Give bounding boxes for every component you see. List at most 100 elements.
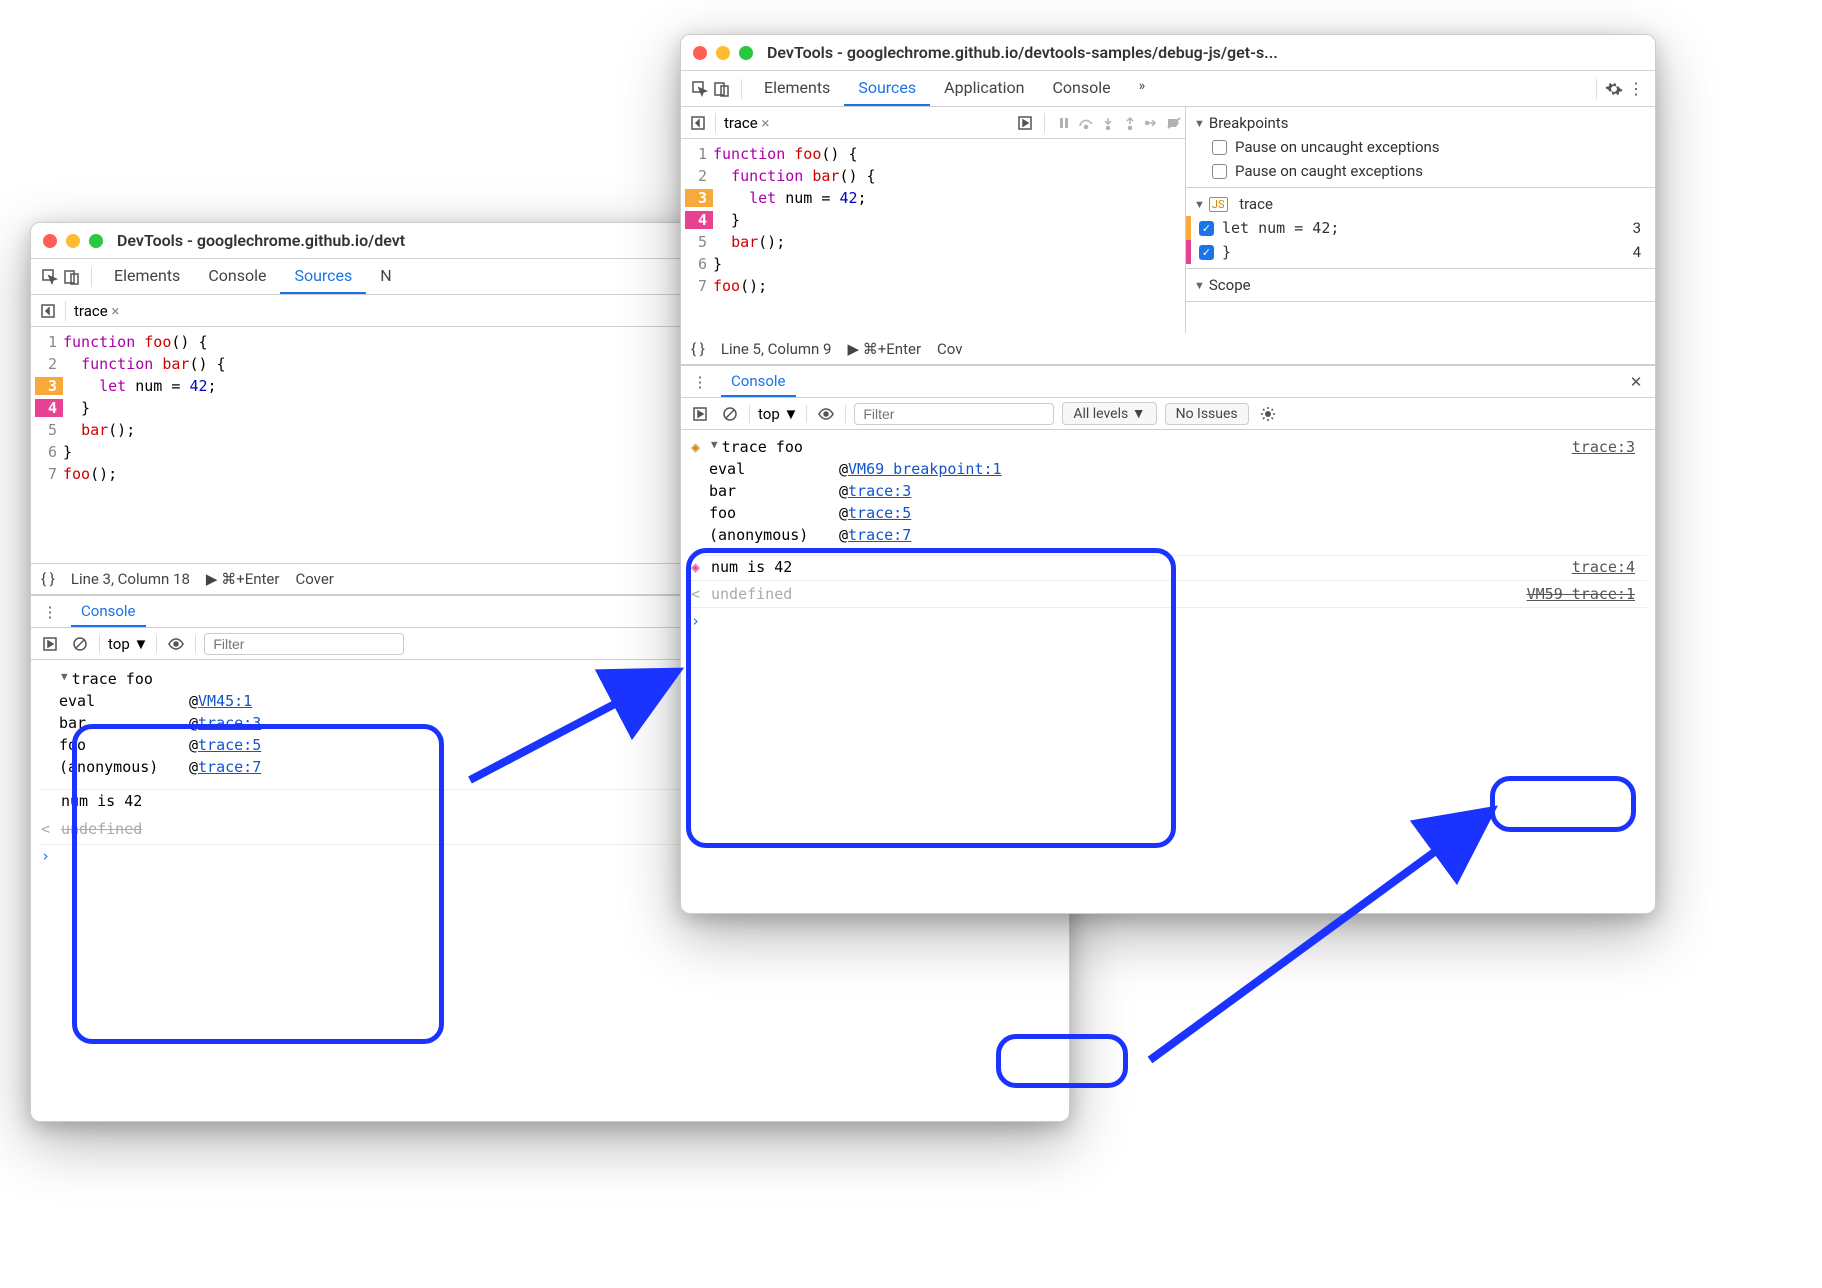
code-line[interactable]: } <box>713 255 722 273</box>
navigator-toggle-icon[interactable] <box>687 112 709 134</box>
stack-frame-link[interactable]: trace:3 <box>198 714 261 732</box>
line-number[interactable]: 1 <box>685 145 713 163</box>
minimize-icon[interactable] <box>716 46 730 60</box>
code-line[interactable]: function bar() { <box>63 355 226 373</box>
stack-frame-link[interactable]: VM69 breakpoint:1 <box>848 460 1002 478</box>
inspect-icon[interactable] <box>39 266 61 288</box>
snippet-run-icon[interactable] <box>689 403 711 425</box>
filter-input[interactable] <box>204 633 404 655</box>
code-line[interactable]: foo(); <box>713 277 767 295</box>
clear-icon[interactable] <box>719 403 741 425</box>
line-number[interactable]: 1 <box>35 333 63 351</box>
breakpoints-section[interactable]: ▼Breakpoints <box>1194 111 1647 135</box>
drawer-tab-console[interactable]: Console <box>71 597 146 627</box>
eye-icon[interactable] <box>815 403 837 425</box>
drawer-tab-console[interactable]: Console <box>721 367 796 397</box>
snippet-run-icon[interactable] <box>1014 112 1036 134</box>
tab-sources[interactable]: Sources <box>844 71 930 106</box>
snippet-run-icon[interactable] <box>39 633 61 655</box>
issues-button[interactable]: No Issues <box>1165 403 1249 425</box>
line-number[interactable]: 6 <box>685 255 713 273</box>
stack-frame-link[interactable]: trace:3 <box>848 482 911 500</box>
line-number[interactable]: 2 <box>35 355 63 373</box>
stack-frame-link[interactable]: trace:7 <box>198 758 261 776</box>
step-into-icon[interactable] <box>1097 112 1119 134</box>
pretty-print-icon[interactable]: { } <box>691 340 705 358</box>
context-selector[interactable]: top ▼ <box>108 635 148 653</box>
line-number[interactable]: 5 <box>35 421 63 439</box>
code-line[interactable]: bar(); <box>713 233 785 251</box>
tab-application[interactable]: Application <box>930 71 1038 106</box>
filter-input[interactable] <box>854 403 1054 425</box>
file-tab[interactable]: trace × <box>724 114 769 132</box>
kebab-icon[interactable]: ⋮ <box>1625 78 1647 100</box>
close-icon[interactable]: ✕ <box>1625 371 1647 393</box>
code-line[interactable]: function foo() { <box>713 145 858 163</box>
pretty-print-icon[interactable]: { } <box>41 570 55 588</box>
close-icon[interactable] <box>43 234 57 248</box>
code-line[interactable]: let num = 42; <box>63 377 217 395</box>
line-number[interactable]: 3 <box>685 189 713 207</box>
code-line[interactable]: } <box>63 443 72 461</box>
context-selector[interactable]: top ▼ <box>758 405 798 423</box>
gear-icon[interactable] <box>1257 403 1279 425</box>
navigator-toggle-icon[interactable] <box>37 300 59 322</box>
stack-frame-link[interactable]: trace:5 <box>848 504 911 522</box>
trace-header: trace foo <box>72 670 153 688</box>
minimize-icon[interactable] <box>66 234 80 248</box>
line-number[interactable]: 4 <box>685 211 713 229</box>
tabs-overflow-icon[interactable]: » <box>1125 71 1160 106</box>
step-over-icon[interactable] <box>1075 112 1097 134</box>
line-number[interactable]: 5 <box>685 233 713 251</box>
code-line[interactable]: function foo() { <box>63 333 208 351</box>
inspect-icon[interactable] <box>689 78 711 100</box>
stack-frame-link[interactable]: trace:5 <box>198 736 261 754</box>
close-icon[interactable] <box>693 46 707 60</box>
code-line[interactable]: foo(); <box>63 465 117 483</box>
stack-frame-link[interactable]: trace:7 <box>848 526 911 544</box>
code-editor[interactable]: 1function foo() {2 function bar() {3 let… <box>681 139 1185 301</box>
source-link[interactable]: trace:4 <box>1572 558 1645 576</box>
code-line[interactable]: bar(); <box>63 421 135 439</box>
kebab-icon[interactable]: ⋮ <box>689 371 711 393</box>
tab-sources[interactable]: Sources <box>280 259 366 294</box>
stack-frame-link[interactable]: VM45:1 <box>198 692 252 710</box>
tab-elements[interactable]: Elements <box>750 71 844 106</box>
line-number[interactable]: 7 <box>685 277 713 295</box>
line-number[interactable]: 6 <box>35 443 63 461</box>
tab-console[interactable]: Console <box>194 259 280 294</box>
tab-network[interactable]: N <box>366 259 405 294</box>
code-line[interactable]: let num = 42; <box>713 189 867 207</box>
bp-checkbox[interactable]: ✓ <box>1199 245 1214 260</box>
line-number[interactable]: 3 <box>35 377 63 395</box>
clear-icon[interactable] <box>69 633 91 655</box>
line-number[interactable]: 7 <box>35 465 63 483</box>
device-icon[interactable] <box>711 78 733 100</box>
tab-elements[interactable]: Elements <box>100 259 194 294</box>
bp-file-group[interactable]: ▼JS trace <box>1186 192 1647 216</box>
source-link[interactable]: VM59 trace:1 <box>1527 585 1645 603</box>
source-link[interactable]: trace:3 <box>1572 438 1645 456</box>
gear-icon[interactable] <box>1603 78 1625 100</box>
code-line[interactable]: function bar() { <box>713 167 876 185</box>
pause-uncaught-checkbox[interactable] <box>1212 140 1227 155</box>
step-icon[interactable] <box>1141 112 1163 134</box>
scope-section[interactable]: ▼Scope <box>1194 273 1647 297</box>
eye-icon[interactable] <box>165 633 187 655</box>
pause-caught-checkbox[interactable] <box>1212 164 1227 179</box>
kebab-icon[interactable]: ⋮ <box>39 601 61 623</box>
bp-checkbox[interactable]: ✓ <box>1199 221 1214 236</box>
maximize-icon[interactable] <box>739 46 753 60</box>
code-line[interactable]: } <box>713 211 740 229</box>
tab-console[interactable]: Console <box>1039 71 1125 106</box>
line-number[interactable]: 2 <box>685 167 713 185</box>
deactivate-breakpoints-icon[interactable] <box>1163 112 1185 134</box>
maximize-icon[interactable] <box>89 234 103 248</box>
code-line[interactable]: } <box>63 399 90 417</box>
step-out-icon[interactable] <box>1119 112 1141 134</box>
device-icon[interactable] <box>61 266 83 288</box>
pause-icon[interactable] <box>1053 112 1075 134</box>
line-number[interactable]: 4 <box>35 399 63 417</box>
level-selector[interactable]: All levels ▼ <box>1062 402 1156 425</box>
file-tab[interactable]: trace × <box>74 302 119 320</box>
